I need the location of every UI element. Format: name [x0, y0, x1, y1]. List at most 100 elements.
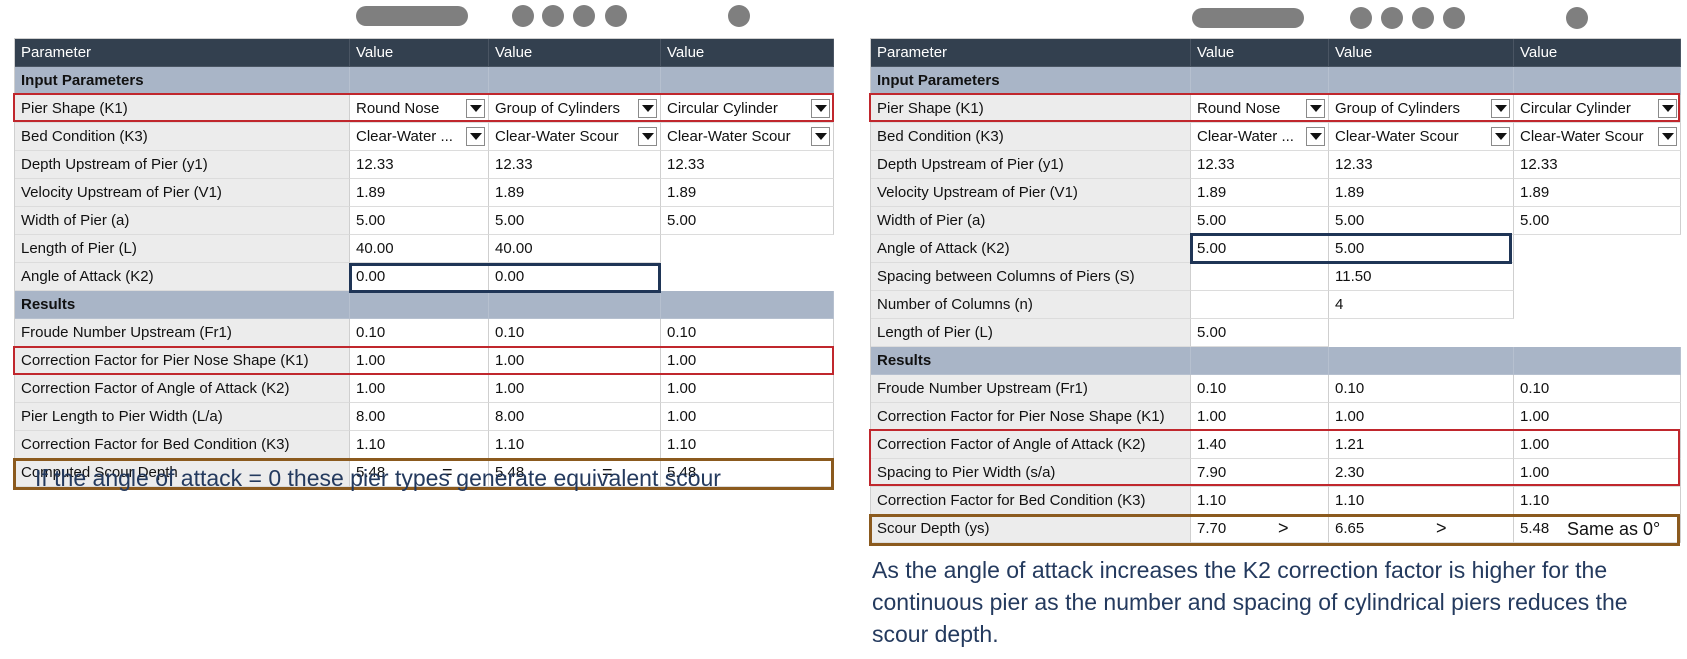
value-cell[interactable]: 5.00 — [1191, 319, 1329, 347]
value-cell[interactable]: 8.00 — [489, 403, 661, 431]
chevron-down-icon[interactable] — [1658, 127, 1677, 146]
value-cell[interactable]: 5.00 — [1514, 207, 1681, 235]
value-cell[interactable]: 1.10 — [489, 431, 661, 459]
select-pier-shape-k1[interactable]: Circular Cylinder — [661, 95, 834, 123]
chevron-down-icon[interactable] — [1306, 99, 1325, 118]
select-bed-condition-k3[interactable]: Clear-Water Scour — [1514, 123, 1681, 151]
value-cell[interactable]: 5.00 — [1329, 235, 1514, 263]
value-cell[interactable] — [1191, 291, 1329, 319]
value-cell[interactable]: 12.33 — [489, 151, 661, 179]
parameter-label: Length of Pier (L) — [871, 319, 1191, 347]
value-cell[interactable]: 4 — [1329, 291, 1514, 319]
value-cell[interactable]: 1.10 — [350, 431, 489, 459]
value-cell[interactable]: 1.89 — [489, 179, 661, 207]
chevron-down-icon[interactable] — [1491, 127, 1510, 146]
select-value: Clear-Water ... — [1197, 128, 1294, 145]
value-cell[interactable]: 1.89 — [661, 179, 834, 207]
parameter-label: Spacing between Columns of Piers (S) — [871, 263, 1191, 291]
value-cell[interactable]: 1.00 — [350, 375, 489, 403]
select-bed-condition-k3[interactable]: Clear-Water ... — [1191, 123, 1329, 151]
parameter-label: Froude Number Upstream (Fr1) — [871, 375, 1191, 403]
select-pier-shape-k1[interactable]: Round Nose — [350, 95, 489, 123]
value-cell[interactable]: 5.00 — [1191, 207, 1329, 235]
value-cell[interactable]: 12.33 — [1514, 151, 1681, 179]
chevron-down-icon[interactable] — [1491, 99, 1510, 118]
value-cell[interactable]: 1.10 — [1329, 487, 1514, 515]
value-cell[interactable]: 1.00 — [1514, 431, 1681, 459]
value-cell[interactable]: 7.70 — [1191, 515, 1329, 543]
value-cell[interactable]: 1.10 — [1191, 487, 1329, 515]
value-cell[interactable]: 0.00 — [489, 263, 661, 291]
value-cell[interactable]: 1.21 — [1329, 431, 1514, 459]
value-cell[interactable]: 0.10 — [1514, 375, 1681, 403]
column-header-value: Value — [1514, 39, 1681, 67]
value-cell[interactable]: 1.00 — [1514, 459, 1681, 487]
value-cell[interactable] — [1191, 263, 1329, 291]
select-pier-shape-k1[interactable]: Group of Cylinders — [1329, 95, 1514, 123]
value-cell[interactable]: 5.00 — [661, 207, 834, 235]
section-header-filler — [1514, 67, 1681, 95]
section-header-input-parameters: Input Parameters — [15, 67, 350, 95]
value-cell[interactable]: 40.00 — [489, 235, 661, 263]
select-bed-condition-k3[interactable]: Clear-Water Scour — [489, 123, 661, 151]
select-pier-shape-k1[interactable]: Group of Cylinders — [489, 95, 661, 123]
value-cell[interactable]: 1.00 — [489, 375, 661, 403]
select-bed-condition-k3[interactable]: Clear-Water ... — [350, 123, 489, 151]
value-cell[interactable]: 1.89 — [350, 179, 489, 207]
select-value: Round Nose — [1197, 100, 1281, 117]
value-cell[interactable]: 5.00 — [1329, 207, 1514, 235]
parameter-label: Spacing to Pier Width (s/a) — [871, 459, 1191, 487]
value-cell[interactable]: 1.00 — [1329, 403, 1514, 431]
parameter-label: Width of Pier (a) — [15, 207, 350, 235]
value-cell[interactable]: 0.00 — [350, 263, 489, 291]
value-cell[interactable]: 7.90 — [1191, 459, 1329, 487]
value-cell[interactable]: 12.33 — [1329, 151, 1514, 179]
select-pier-shape-k1[interactable]: Round Nose — [1191, 95, 1329, 123]
value-cell[interactable]: 5.00 — [350, 207, 489, 235]
parameter-label: Correction Factor for Pier Nose Shape (K… — [15, 347, 350, 375]
chevron-down-icon[interactable] — [811, 99, 830, 118]
value-cell[interactable]: 1.89 — [1191, 179, 1329, 207]
value-cell[interactable]: 1.00 — [661, 347, 834, 375]
value-cell[interactable]: 12.33 — [350, 151, 489, 179]
redacted-dot — [1443, 7, 1465, 29]
chevron-down-icon[interactable] — [1658, 99, 1677, 118]
value-cell[interactable]: 2.30 — [1329, 459, 1514, 487]
value-cell[interactable]: 1.40 — [1191, 431, 1329, 459]
value-cell[interactable]: 0.10 — [661, 319, 834, 347]
value-cell[interactable]: 40.00 — [350, 235, 489, 263]
value-cell[interactable]: 1.00 — [1191, 403, 1329, 431]
chevron-down-icon[interactable] — [638, 127, 657, 146]
greater-than-comparator: > — [1436, 518, 1447, 538]
value-cell[interactable]: 5.00 — [1191, 235, 1329, 263]
value-cell[interactable]: 1.89 — [1514, 179, 1681, 207]
value-cell[interactable]: 1.89 — [1329, 179, 1514, 207]
value-cell[interactable]: 5.00 — [489, 207, 661, 235]
value-cell[interactable]: 0.10 — [1191, 375, 1329, 403]
value-cell[interactable]: 1.00 — [489, 347, 661, 375]
select-bed-condition-k3[interactable]: Clear-Water Scour — [661, 123, 834, 151]
value-cell[interactable]: 0.10 — [1329, 375, 1514, 403]
value-cell[interactable]: 8.00 — [350, 403, 489, 431]
chevron-down-icon[interactable] — [1306, 127, 1325, 146]
value-cell[interactable]: 0.10 — [350, 319, 489, 347]
value-cell[interactable]: 1.10 — [661, 431, 834, 459]
chevron-down-icon[interactable] — [638, 99, 657, 118]
chevron-down-icon[interactable] — [811, 127, 830, 146]
value-cell[interactable]: 6.65 — [1329, 515, 1514, 543]
chevron-down-icon[interactable] — [466, 99, 485, 118]
value-cell[interactable]: 1.00 — [661, 403, 834, 431]
select-pier-shape-k1[interactable]: Circular Cylinder — [1514, 95, 1681, 123]
value-cell[interactable]: 1.00 — [661, 375, 834, 403]
value-cell[interactable]: 12.33 — [1191, 151, 1329, 179]
parameter-label: Depth Upstream of Pier (y1) — [15, 151, 350, 179]
section-header-filler — [1191, 67, 1329, 95]
value-cell[interactable]: 0.10 — [489, 319, 661, 347]
value-cell[interactable]: 1.10 — [1514, 487, 1681, 515]
select-bed-condition-k3[interactable]: Clear-Water Scour — [1329, 123, 1514, 151]
value-cell[interactable]: 11.50 — [1329, 263, 1514, 291]
value-cell[interactable]: 12.33 — [661, 151, 834, 179]
value-cell[interactable]: 1.00 — [1514, 403, 1681, 431]
chevron-down-icon[interactable] — [466, 127, 485, 146]
value-cell[interactable]: 1.00 — [350, 347, 489, 375]
